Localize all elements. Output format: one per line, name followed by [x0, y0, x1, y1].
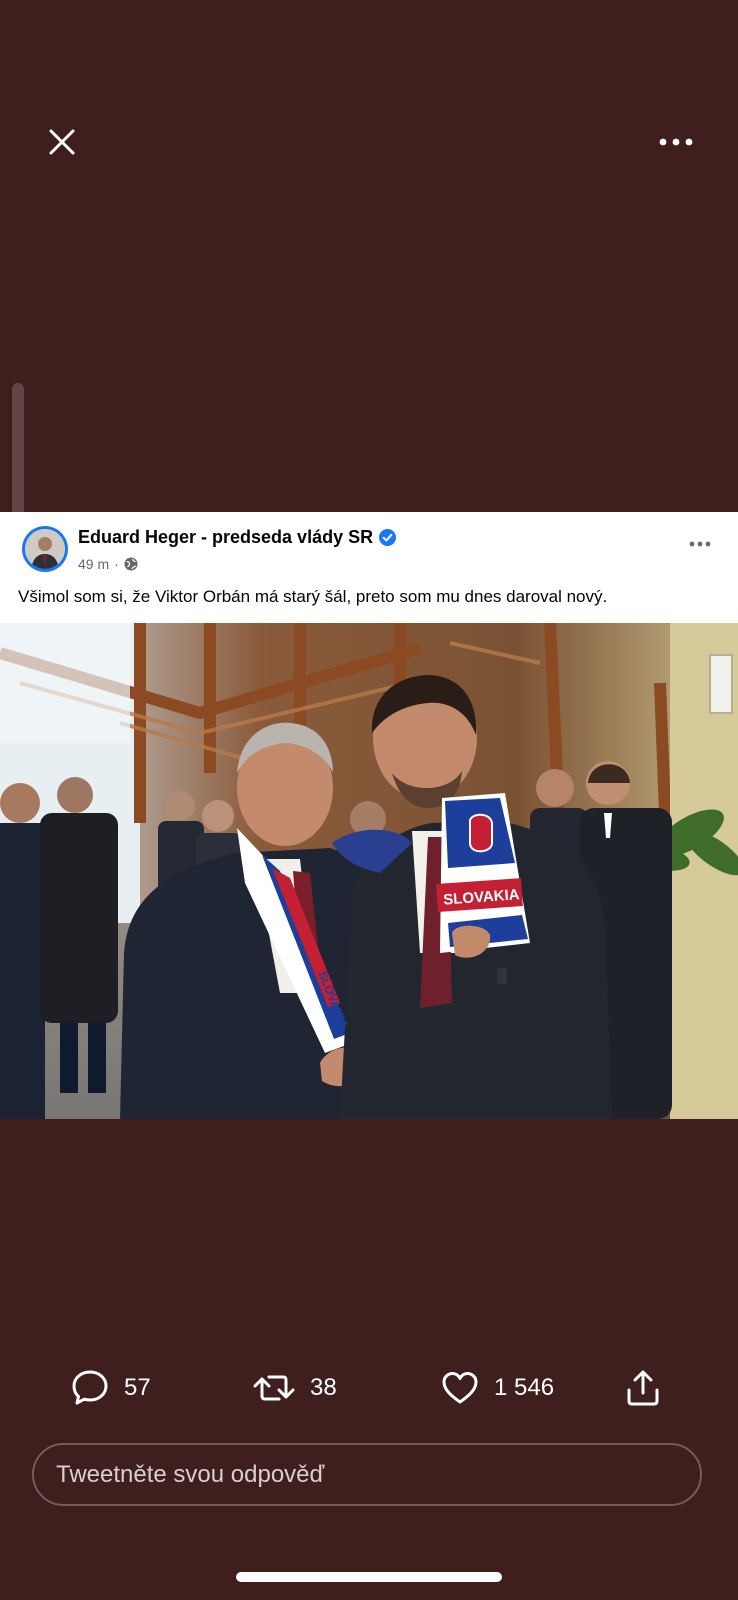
heart-icon: [442, 1372, 478, 1404]
verified-badge-icon: [379, 529, 397, 546]
post-timestamp: 49 m: [78, 556, 110, 572]
reply-count: 57: [124, 1374, 151, 1401]
retweet-count: 38: [310, 1374, 337, 1401]
embedded-post-header: Eduard Heger - predseda vlády SR 49 m · …: [0, 512, 738, 623]
retweet-button[interactable]: 38: [252, 1364, 337, 1412]
meta-separator: ·: [114, 556, 119, 572]
share-button[interactable]: [624, 1364, 662, 1412]
close-icon: [49, 129, 75, 155]
like-button[interactable]: 1 546: [440, 1364, 554, 1412]
reply-input[interactable]: [32, 1443, 702, 1506]
post-more-options: [684, 534, 716, 554]
like-count: 1 546: [494, 1374, 555, 1401]
globe-icon: [124, 557, 138, 571]
share-icon: [627, 1370, 659, 1406]
post-caption: Všimol som si, že Viktor Orbán má starý …: [18, 587, 608, 606]
more-options-button[interactable]: [652, 118, 700, 166]
avatar: [22, 526, 68, 572]
post-photo: SLOVAKIA SLOVAKIA: [0, 623, 738, 1119]
reply-button[interactable]: 57: [70, 1364, 151, 1412]
retweet-icon: [253, 1375, 295, 1401]
close-button[interactable]: [38, 118, 86, 166]
more-horizontal-icon: [689, 541, 711, 547]
post-author-name: Eduard Heger - predseda vlády SR: [78, 527, 374, 547]
more-horizontal-icon: [659, 138, 693, 146]
reply-bubble-icon: [72, 1370, 108, 1405]
home-indicator[interactable]: [236, 1572, 502, 1582]
